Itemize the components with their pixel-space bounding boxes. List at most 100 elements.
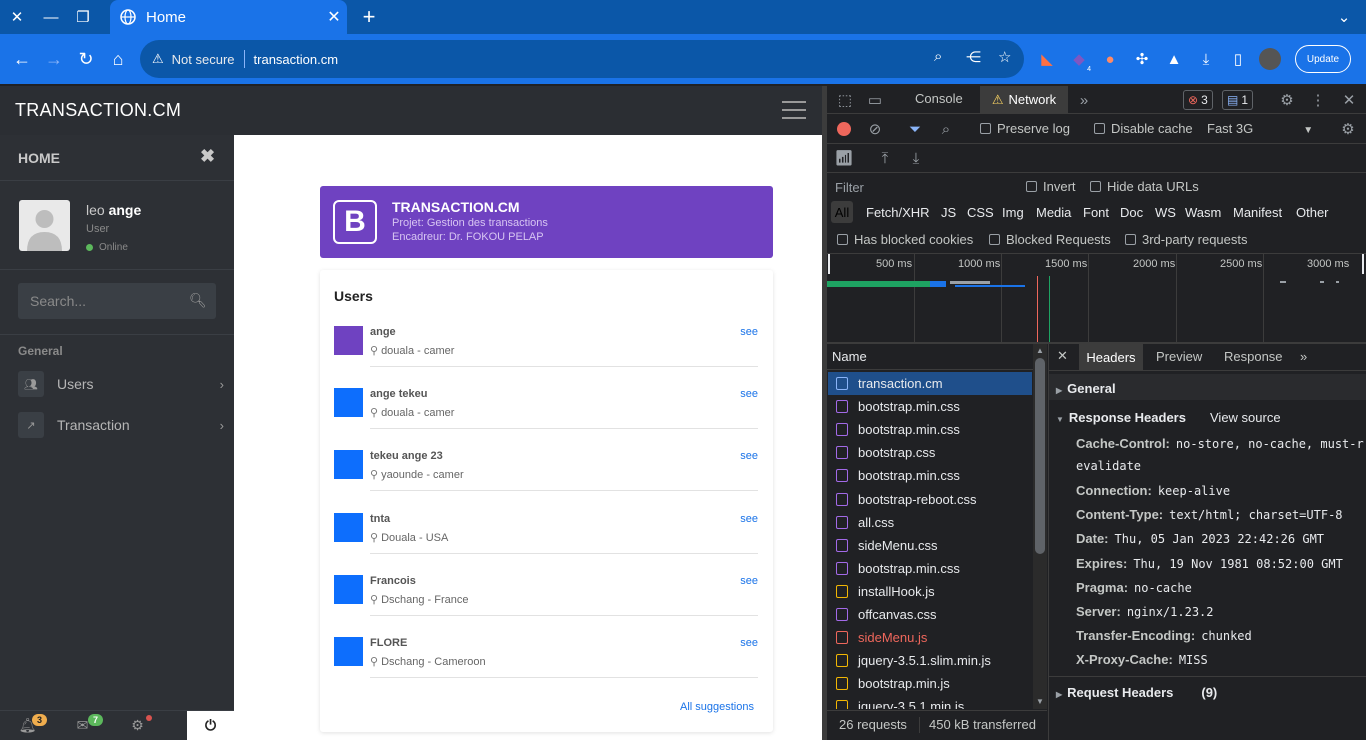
profile-avatar[interactable] xyxy=(1259,48,1281,70)
third-party-checkbox[interactable]: 3rd-party requests xyxy=(1125,232,1248,247)
scroll-thumb[interactable] xyxy=(1035,358,1045,554)
timeline-handle[interactable] xyxy=(1362,254,1364,274)
update-button[interactable]: Update xyxy=(1295,45,1351,73)
network-conditions-icon[interactable]: 📶︎ xyxy=(834,149,853,167)
messages-button[interactable]: ✉ 7 xyxy=(55,711,110,740)
close-icon[interactable]: ✖ xyxy=(200,146,215,167)
search-input[interactable] xyxy=(18,283,216,319)
extension-icon[interactable]: ◣ xyxy=(1036,48,1058,70)
clear-icon[interactable]: ⊘ xyxy=(866,120,884,138)
close-detail-icon[interactable]: ✕ xyxy=(1057,348,1068,364)
close-devtools-icon[interactable]: ✕ xyxy=(1339,90,1359,110)
forward-icon[interactable]: → xyxy=(38,43,70,75)
request-row[interactable]: bootstrap.min.css xyxy=(828,395,1032,418)
error-counter[interactable]: ⊗ 3 xyxy=(1183,90,1213,110)
more-tabs-icon[interactable]: » xyxy=(1300,349,1307,364)
filter-input[interactable] xyxy=(831,178,1011,197)
search-icon[interactable]: ⌕ xyxy=(937,120,955,138)
name-column-header[interactable]: Name xyxy=(832,349,867,364)
type-filter-manifest[interactable]: Manifest xyxy=(1233,205,1282,220)
type-filter-all[interactable]: All xyxy=(831,201,853,223)
gear-icon[interactable]: ⚙ xyxy=(1277,90,1297,110)
request-row[interactable]: bootstrap.min.css xyxy=(828,557,1032,580)
export-icon[interactable]: ⤓ xyxy=(907,149,925,167)
checkbox[interactable] xyxy=(1125,234,1136,245)
sidebar-home[interactable]: HOME xyxy=(18,150,60,166)
type-filter-font[interactable]: Font xyxy=(1083,205,1109,220)
back-icon[interactable]: ← xyxy=(6,43,38,75)
not-secure-label[interactable]: Not secure xyxy=(172,52,235,67)
type-filter-fetch[interactable]: Fetch/XHR xyxy=(866,205,930,220)
extension-icon[interactable]: ◆ 4 xyxy=(1068,48,1093,73)
request-row[interactable]: sideMenu.js xyxy=(828,626,1032,649)
tab-response[interactable]: Response xyxy=(1224,349,1283,364)
request-row[interactable]: bootstrap.css xyxy=(828,441,1032,464)
restore-icon[interactable]: ❐ xyxy=(67,0,99,34)
type-filter-wasm[interactable]: Wasm xyxy=(1185,205,1221,220)
minimize-icon[interactable]: — xyxy=(35,0,67,34)
record-button[interactable] xyxy=(835,120,853,138)
preserve-log-checkbox[interactable]: Preserve log xyxy=(980,121,1070,136)
request-row[interactable]: offcanvas.css xyxy=(828,603,1032,626)
search-icon[interactable]: 🔍︎ xyxy=(189,292,207,309)
settings-button[interactable]: ⚙ xyxy=(110,711,165,740)
import-icon[interactable]: ⤒ xyxy=(876,149,894,167)
close-tab-icon[interactable]: ✕ xyxy=(321,7,347,27)
browser-tab[interactable]: Home ✕ xyxy=(110,0,347,34)
request-row[interactable]: bootstrap.min.css xyxy=(828,464,1032,487)
type-filter-img[interactable]: Img xyxy=(1002,205,1024,220)
warning-icon[interactable]: ⚠ xyxy=(152,51,164,67)
tab-preview[interactable]: Preview xyxy=(1156,349,1202,364)
response-headers-section[interactable]: ▼ Response Headers xyxy=(1056,410,1186,425)
type-filter-js[interactable]: JS xyxy=(941,205,956,220)
notifications-button[interactable]: 🔔︎ 3 xyxy=(0,711,55,740)
request-row[interactable]: sideMenu.css xyxy=(828,534,1032,557)
disable-cache-checkbox[interactable]: Disable cache xyxy=(1094,121,1193,136)
network-settings-icon[interactable]: ⚙ xyxy=(1339,120,1357,138)
timeline-handle[interactable] xyxy=(828,254,830,274)
more-options-icon[interactable]: ⋮ xyxy=(1308,90,1328,110)
checkbox[interactable] xyxy=(989,234,1000,245)
checkbox[interactable] xyxy=(1094,123,1105,134)
zoom-icon[interactable]: ⌕ xyxy=(934,48,942,65)
reload-icon[interactable]: ↻ xyxy=(70,43,102,75)
tab-headers[interactable]: Headers xyxy=(1079,344,1143,370)
more-tabs-icon[interactable]: » xyxy=(1075,90,1093,110)
inspect-icon[interactable]: ⬚ xyxy=(835,90,855,110)
general-section[interactable]: ▶ General xyxy=(1056,381,1116,396)
see-link[interactable]: see xyxy=(740,326,758,338)
type-filter-media[interactable]: Media xyxy=(1036,205,1071,220)
hide-data-urls-checkbox[interactable]: Hide data URLs xyxy=(1090,179,1199,194)
tab-console[interactable]: Console xyxy=(915,91,963,106)
star-icon[interactable]: ☆ xyxy=(998,48,1011,66)
type-filter-ws[interactable]: WS xyxy=(1155,205,1176,220)
url-text[interactable]: transaction.cm xyxy=(254,52,339,67)
request-row[interactable]: jquery-3.5.1.slim.min.js xyxy=(828,649,1032,672)
download-icon[interactable]: ⤓ xyxy=(1195,48,1217,70)
type-filter-css[interactable]: CSS xyxy=(967,205,994,220)
extension-icon[interactable]: ● xyxy=(1099,48,1121,70)
close-window-icon[interactable]: ✕ xyxy=(1,0,33,34)
home-icon[interactable]: ⌂ xyxy=(102,43,134,75)
blocked-cookies-checkbox[interactable]: Has blocked cookies xyxy=(837,232,973,247)
request-row[interactable]: bootstrap.min.js xyxy=(828,672,1032,695)
address-bar[interactable]: ⚠ Not secure transaction.cm ⌕ ⋲ ☆ xyxy=(140,40,1024,78)
blocked-requests-checkbox[interactable]: Blocked Requests xyxy=(989,232,1111,247)
request-row[interactable]: bootstrap.min.css xyxy=(828,418,1032,441)
request-row[interactable]: bootstrap-reboot.css xyxy=(828,488,1032,511)
request-row[interactable]: transaction.cm xyxy=(828,372,1032,395)
message-counter[interactable]: ▤ 1 xyxy=(1222,90,1254,110)
new-tab-icon[interactable]: + xyxy=(353,0,385,34)
throttle-select[interactable]: Fast 3G ▼ xyxy=(1207,121,1313,136)
flask-icon[interactable]: ▲ xyxy=(1163,48,1185,70)
tab-search-icon[interactable]: ⌄ xyxy=(1328,0,1360,34)
scroll-up-icon[interactable]: ▲ xyxy=(1036,346,1044,355)
type-filter-other[interactable]: Other xyxy=(1296,205,1329,220)
power-button[interactable]: ⏻ xyxy=(187,711,234,740)
puzzle-icon[interactable]: ✣ xyxy=(1131,48,1153,70)
share-icon[interactable]: ⋲ xyxy=(966,48,981,66)
checkbox[interactable] xyxy=(837,234,848,245)
request-row[interactable]: installHook.js xyxy=(828,580,1032,603)
scroll-down-icon[interactable]: ▼ xyxy=(1036,697,1044,706)
checkbox[interactable] xyxy=(980,123,991,134)
